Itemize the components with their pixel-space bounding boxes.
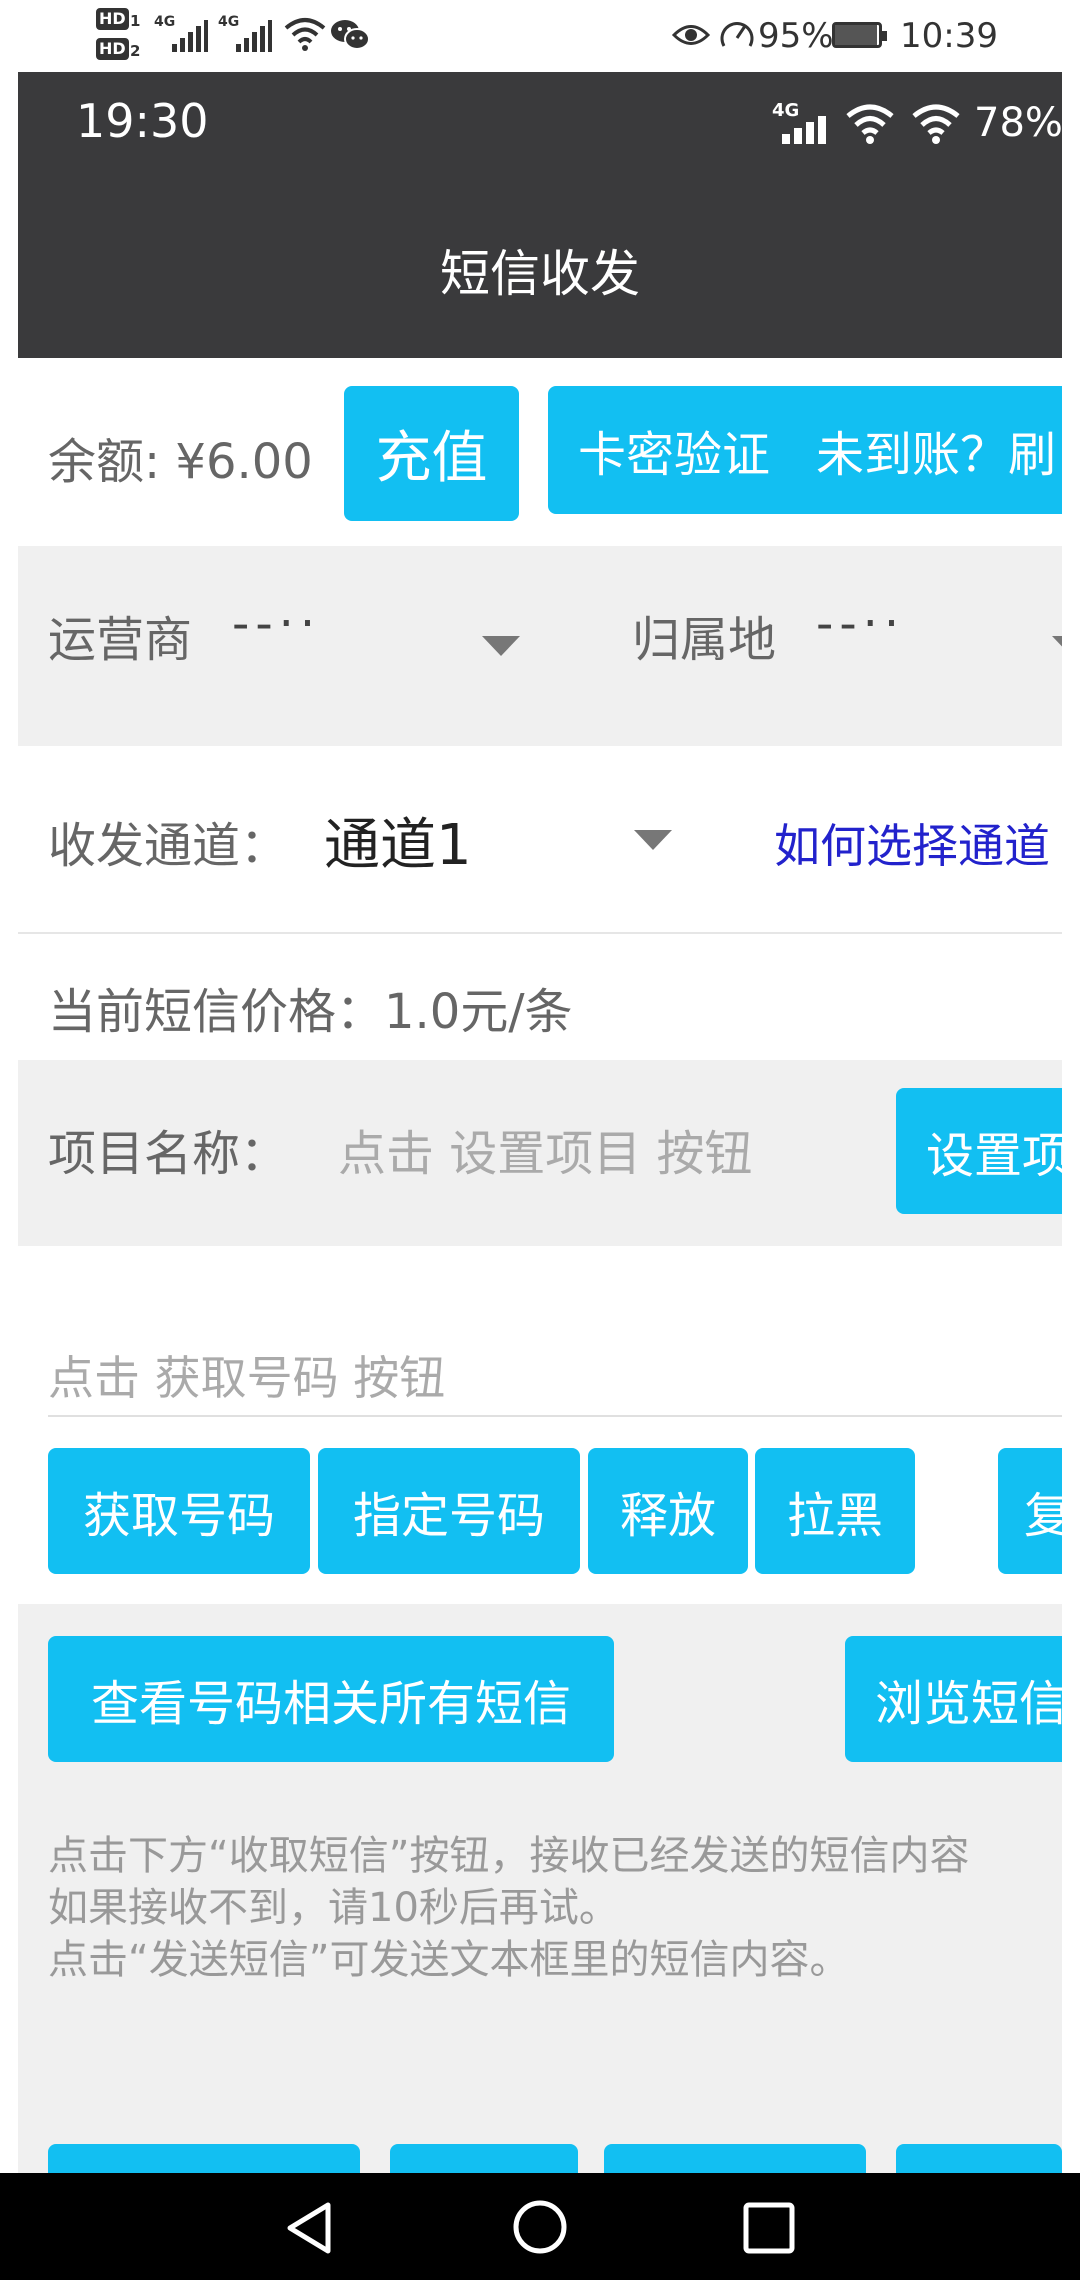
recents-icon[interactable] xyxy=(742,2201,796,2255)
home-icon[interactable] xyxy=(510,2197,570,2257)
set-project-button[interactable]: 设置项 xyxy=(896,1088,1062,1214)
app-header: 19:30 4G 78% 短信收发 xyxy=(18,72,1062,358)
device-clock: 19:30 xyxy=(76,94,209,148)
filter-panel: 运营商 --·· 归属地 --·· xyxy=(18,546,1062,746)
browse-sms-button[interactable]: 浏览短信 xyxy=(845,1636,1062,1762)
hd1-sub: 1 xyxy=(130,12,141,30)
battery-fill xyxy=(835,25,877,45)
project-name-field[interactable]: 点击 设置项目 按钮 xyxy=(338,1114,753,1184)
chevron-down-icon xyxy=(1052,636,1062,656)
page-title: 短信收发 xyxy=(440,245,640,303)
blacklist-button[interactable]: 拉黑 xyxy=(755,1448,915,1574)
hd2-badge: HD xyxy=(96,38,129,60)
release-button[interactable]: 释放 xyxy=(588,1448,748,1574)
instruction-line-2: 如果接收不到，请10秒后再试。 xyxy=(48,1885,619,1931)
hd-indicator: HD 1 HD 2 xyxy=(96,8,146,64)
carrier-value: --·· xyxy=(232,596,322,652)
region-label: 归属地 xyxy=(632,612,777,668)
card-verify-button[interactable]: 卡密验证 未到账？刷 xyxy=(548,386,1062,514)
action-button[interactable] xyxy=(604,2144,866,2173)
sms-instructions: 点击下方“收取短信”按钮，接收已经发送的短信内容 如果接收不到，请10秒后再试。… xyxy=(48,1830,969,1986)
speed-gauge-icon xyxy=(720,22,754,47)
action-button[interactable] xyxy=(896,2144,1062,2173)
hd2-sub: 2 xyxy=(130,42,141,60)
system-clock: 10:39 xyxy=(900,16,998,56)
channel-label: 收发通道： xyxy=(48,818,289,874)
carrier-label: 运营商 xyxy=(48,612,193,668)
recharge-button[interactable]: 充值 xyxy=(344,386,519,521)
sms-price: 当前短信价格：1.0元/条 xyxy=(48,984,573,1040)
instruction-line-3: 点击“发送短信”可发送文本框里的短信内容。 xyxy=(48,1937,850,1983)
copy-button[interactable]: 复 xyxy=(998,1448,1062,1574)
device-battery: 78% xyxy=(974,100,1062,146)
wechat-icon xyxy=(331,20,370,50)
specify-number-button[interactable]: 指定号码 xyxy=(318,1448,580,1574)
get-number-button[interactable]: 获取号码 xyxy=(48,1448,310,1574)
region-dropdown[interactable]: --·· xyxy=(816,566,1062,716)
signal-1-icon: 4G xyxy=(154,14,210,54)
wifi-icon-device xyxy=(912,104,960,144)
back-icon[interactable] xyxy=(280,2199,340,2257)
receive-sms-button[interactable] xyxy=(48,2144,360,2173)
divider xyxy=(18,932,1062,934)
action-button[interactable] xyxy=(390,2144,578,2173)
phone-field-underline xyxy=(48,1415,1062,1417)
region-value: --·· xyxy=(816,596,906,652)
phone-number-field[interactable]: 点击 获取号码 按钮 xyxy=(48,1342,445,1408)
hd1-badge: HD xyxy=(96,8,129,30)
chevron-down-icon xyxy=(482,636,520,656)
carrier-dropdown[interactable]: --·· xyxy=(232,566,592,716)
project-label: 项目名称： xyxy=(48,1126,289,1182)
view-all-sms-button[interactable]: 查看号码相关所有短信 xyxy=(48,1636,614,1762)
navigation-bar xyxy=(0,2173,1080,2280)
battery-percent: 95% xyxy=(758,16,834,56)
project-panel: 项目名称： 点击 设置项目 按钮 设置项 xyxy=(18,1060,1062,1246)
wifi-tethering-icon xyxy=(846,104,894,144)
signal-2-icon: 4G xyxy=(218,14,274,54)
not-arrived-label: 未到账？刷 xyxy=(816,427,1057,483)
app-screen: 19:30 4G 78% 短信收发 余额: ¥6.00 充值 卡密验证 未到账？… xyxy=(18,72,1062,2173)
system-status-bar: HD 1 HD 2 4G 4G 95% 10:39 xyxy=(0,0,1080,72)
cell-signal-icon: 4G xyxy=(772,100,834,146)
wifi-icon xyxy=(284,18,326,51)
chevron-down-icon xyxy=(634,830,672,850)
channel-help-link[interactable]: 如何选择通道 xyxy=(774,810,1050,876)
channel-value: 通道1 xyxy=(324,813,472,878)
instruction-line-1: 点击下方“收取短信”按钮，接收已经发送的短信内容 xyxy=(48,1833,970,1879)
card-verify-label: 卡密验证 xyxy=(578,427,771,483)
battery-icon xyxy=(832,22,887,48)
balance-label: 余额: ¥6.00 xyxy=(48,434,313,490)
eye-icon xyxy=(672,25,710,45)
channel-dropdown[interactable]: 通道1 xyxy=(324,792,704,912)
sms-panel: 查看号码相关所有短信 浏览短信 点击下方“收取短信”按钮，接收已经发送的短信内容… xyxy=(18,1604,1062,2173)
